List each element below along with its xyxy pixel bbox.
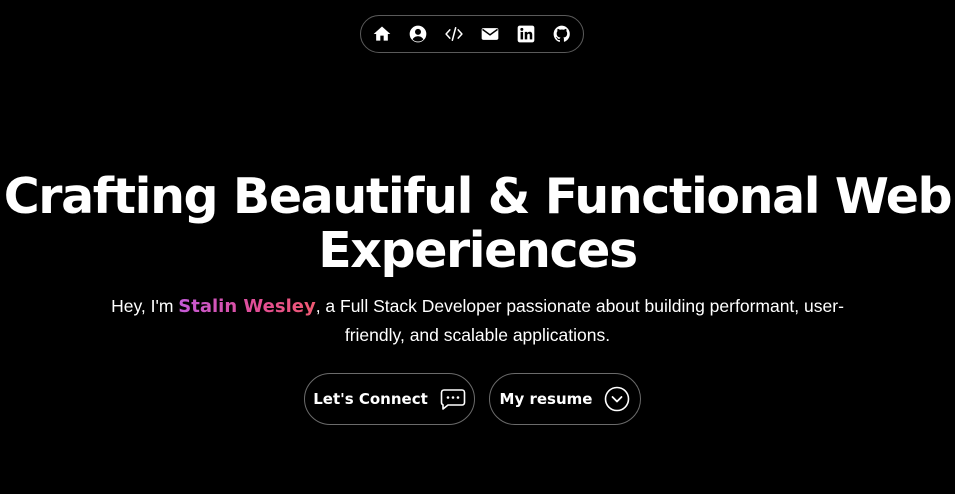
chat-bubble-icon bbox=[440, 389, 466, 410]
my-resume-button[interactable]: My resume bbox=[489, 373, 641, 425]
subtitle-prefix: Hey, I'm bbox=[111, 296, 179, 316]
subtitle-suffix: , a Full Stack Developer passionate abou… bbox=[315, 296, 844, 345]
nav-about[interactable] bbox=[405, 21, 431, 47]
my-resume-label: My resume bbox=[499, 390, 593, 408]
user-icon bbox=[409, 25, 427, 43]
top-nav bbox=[360, 15, 584, 53]
github-icon bbox=[553, 25, 570, 42]
linkedin-icon bbox=[517, 25, 535, 43]
developer-name: Stalin Wesley bbox=[178, 296, 316, 317]
nav-projects[interactable] bbox=[441, 21, 467, 47]
lets-connect-button[interactable]: Let's Connect bbox=[304, 373, 475, 425]
nav-github[interactable] bbox=[549, 21, 575, 47]
nav-linkedin[interactable] bbox=[513, 21, 539, 47]
chevron-down-circle-icon bbox=[605, 386, 630, 412]
nav-home[interactable] bbox=[369, 21, 395, 47]
home-icon bbox=[373, 26, 391, 41]
hero-subtitle: Hey, I'm Stalin Wesley, a Full Stack Dev… bbox=[95, 292, 860, 349]
hero-title: Crafting Beautiful & Functional Web Expe… bbox=[3, 168, 953, 279]
nav-mail[interactable] bbox=[477, 21, 503, 47]
lets-connect-label: Let's Connect bbox=[313, 390, 428, 408]
code-icon bbox=[445, 27, 463, 41]
mail-icon bbox=[481, 28, 499, 40]
